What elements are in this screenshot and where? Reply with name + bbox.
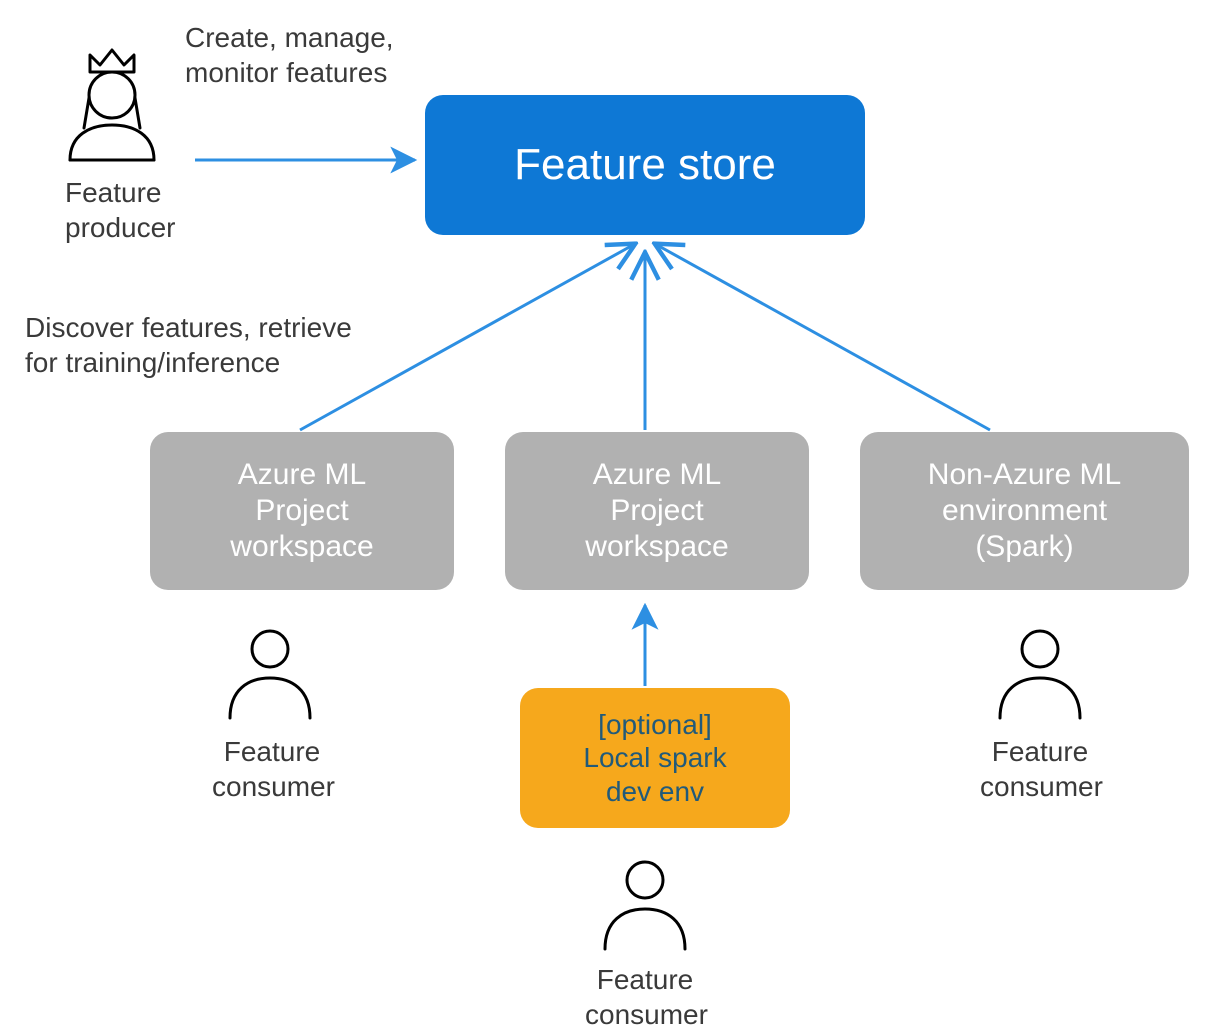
- text: (Spark): [975, 530, 1073, 563]
- text: consumer: [980, 771, 1103, 802]
- text: Local spark: [583, 742, 726, 773]
- text: Non-Azure ML: [928, 458, 1121, 491]
- producer-action-label: Create, manage, monitor features: [185, 20, 394, 90]
- text: producer: [65, 212, 176, 243]
- text: Project: [610, 494, 703, 527]
- workspace-box-1: Azure ML Project workspace: [150, 432, 454, 590]
- local-spark-box: [optional] Local spark dev env: [520, 688, 790, 828]
- producer-icon: [70, 50, 154, 160]
- text: monitor features: [185, 57, 387, 88]
- consumer-label-left: Feature consumer: [212, 734, 332, 804]
- workspace-box-2: Azure ML Project workspace: [505, 432, 809, 590]
- text: Feature: [597, 964, 694, 995]
- arrow-env-to-store: [657, 245, 990, 430]
- text: workspace: [585, 530, 728, 563]
- consumer-icon-middle: [605, 862, 685, 949]
- non-azure-env-box: Non-Azure ML environment (Spark): [860, 432, 1189, 590]
- text: for training/inference: [25, 347, 280, 378]
- discover-label: Discover features, retrieve for training…: [25, 310, 352, 380]
- text: consumer: [585, 999, 708, 1030]
- text: Feature: [224, 736, 321, 767]
- text: consumer: [212, 771, 335, 802]
- text: Discover features, retrieve: [25, 312, 352, 343]
- feature-store-title: Feature store: [514, 139, 776, 192]
- text: workspace: [230, 530, 373, 563]
- text: Azure ML: [238, 458, 366, 491]
- feature-store-box: Feature store: [425, 95, 865, 235]
- text: Feature: [65, 177, 162, 208]
- text: environment: [942, 494, 1107, 527]
- text: Project: [255, 494, 348, 527]
- text: Azure ML: [593, 458, 721, 491]
- producer-role-label: Feature producer: [65, 175, 176, 245]
- consumer-icon-left: [230, 631, 310, 718]
- consumer-icon-right: [1000, 631, 1080, 718]
- consumer-label-middle: Feature consumer: [585, 962, 705, 1032]
- text: Feature: [992, 736, 1089, 767]
- text: dev env: [606, 776, 704, 807]
- consumer-label-right: Feature consumer: [980, 734, 1100, 804]
- text: Create, manage,: [185, 22, 394, 53]
- text: [optional]: [598, 709, 712, 740]
